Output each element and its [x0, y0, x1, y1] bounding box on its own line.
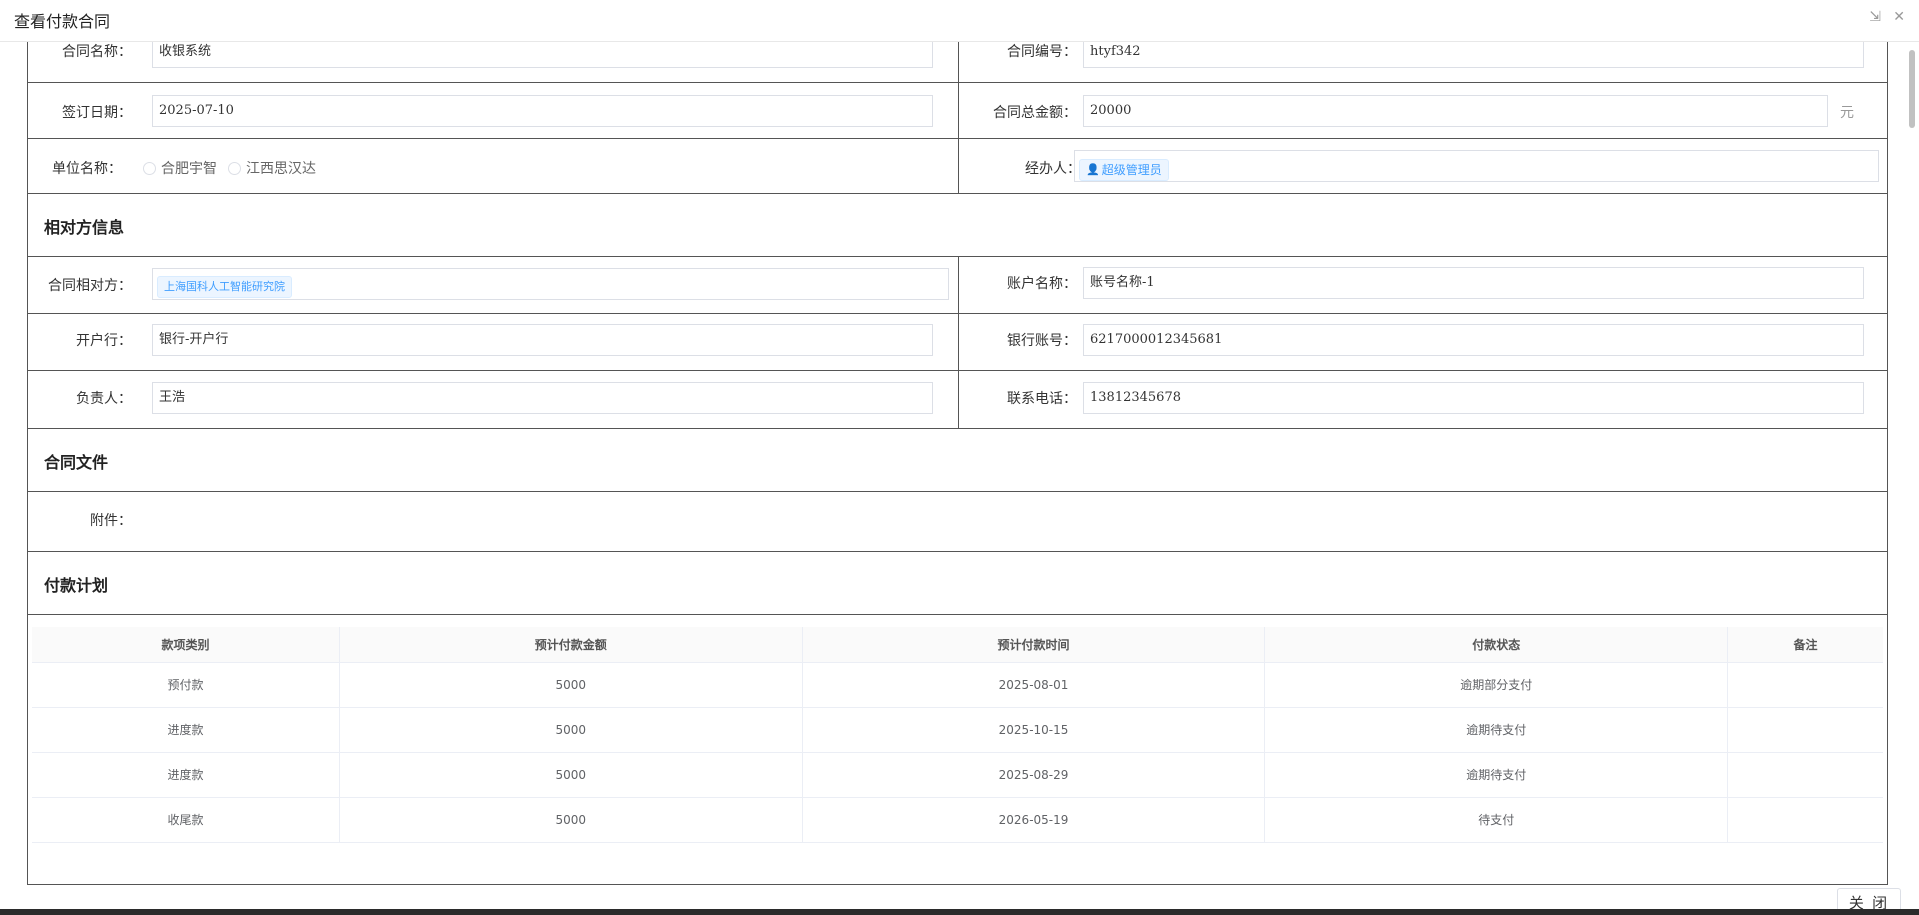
section-files: 合同文件: [27, 428, 1888, 492]
account-no-field[interactable]: 6217000012345681: [1083, 324, 1864, 356]
column-divider: [958, 139, 959, 193]
table-cell: 待支付: [1264, 797, 1729, 843]
section-title: 付款计划: [44, 576, 109, 595]
table-cell: [1727, 662, 1883, 708]
table-row: 进度款 5000 2025-10-15 逾期待支付: [32, 707, 1883, 753]
table-cell: [1727, 707, 1883, 753]
attachment-label: 附件：: [90, 513, 132, 529]
user-icon: 👤: [1086, 163, 1100, 176]
table-cell: 2025-08-01: [802, 662, 1266, 708]
section-title: 相对方信息: [44, 218, 125, 237]
payment-plan-table: 款项类别 预计付款金额 预计付款时间 付款状态 备注 预付款 5000 2025…: [32, 627, 1883, 843]
table-cell: 2025-10-15: [802, 707, 1266, 753]
contract-form: 合同名称： 收银系统 合同编号： htyf342 签订日期： 2025-07-1…: [27, 28, 1888, 885]
handler-field[interactable]: 👤 超级管理员: [1074, 150, 1879, 182]
unit-radio-option[interactable]: 江西思汉达: [228, 158, 316, 178]
handler-label: 经办人：: [1025, 161, 1081, 177]
phone-field[interactable]: 13812345678: [1083, 382, 1864, 414]
manager-field[interactable]: 王浩: [152, 382, 933, 414]
amount-unit: 元: [1840, 105, 1854, 121]
radio-circle-icon: [143, 161, 156, 175]
row-attachment: 附件：: [27, 491, 1888, 552]
plan-table-wrap: 款项类别 预计付款金额 预计付款时间 付款状态 备注 预付款 5000 2025…: [27, 614, 1888, 885]
table-cell: 2026-05-19: [802, 797, 1266, 843]
table-cell: 5000: [339, 752, 803, 798]
table-row: 收尾款 5000 2026-05-19 待支付: [32, 797, 1883, 843]
table-cell: 进度款: [32, 752, 340, 798]
dialog-title: 查看付款合同: [14, 12, 111, 31]
party-field[interactable]: 上海国科人工智能研究院: [152, 268, 949, 300]
account-name-label: 账户名称：: [1007, 276, 1077, 292]
table-cell: [1727, 752, 1883, 798]
column-divider: [958, 314, 959, 370]
bottom-edge: [0, 909, 1919, 915]
party-tag: 上海国科人工智能研究院: [157, 276, 292, 298]
table-cell: 5000: [339, 662, 803, 708]
total-amount-label: 合同总金额：: [993, 105, 1077, 121]
table-cell: 5000: [339, 797, 803, 843]
handler-tag: 👤 超级管理员: [1079, 159, 1169, 181]
total-amount-field[interactable]: 20000: [1083, 95, 1828, 127]
row-sign-date: 签订日期： 2025-07-10 合同总金额： 20000 元: [27, 82, 1888, 139]
column-divider: [958, 83, 959, 138]
table-cell: 预付款: [32, 662, 340, 708]
column-header[interactable]: 备注: [1727, 627, 1883, 663]
bank-label: 开户行：: [76, 333, 132, 349]
table-row: 预付款 5000 2025-08-01 逾期部分支付: [32, 662, 1883, 708]
column-divider: [958, 371, 959, 428]
account-no-label: 银行账号：: [1007, 333, 1077, 349]
account-name-field[interactable]: 账号名称-1: [1083, 267, 1864, 299]
table-cell: 收尾款: [32, 797, 340, 843]
manager-label: 负责人：: [76, 391, 132, 407]
row-party: 合同相对方： 上海国科人工智能研究院 账户名称： 账号名称-1: [27, 256, 1888, 314]
row-unit: 单位名称： 合肥宇智 江西思汉达 经办人： 👤 超级管理员: [27, 138, 1888, 194]
column-divider: [958, 257, 959, 313]
section-title: 合同文件: [44, 453, 109, 472]
vertical-scrollbar[interactable]: [1909, 50, 1915, 128]
column-header[interactable]: 预计付款金额: [339, 627, 803, 663]
table-cell: 逾期待支付: [1264, 707, 1729, 753]
table-row: 进度款 5000 2025-08-29 逾期待支付: [32, 752, 1883, 798]
table-cell: [1727, 797, 1883, 843]
row-manager: 负责人： 王浩 联系电话： 13812345678: [27, 370, 1888, 429]
minimize-icon[interactable]: ⇲: [1869, 9, 1881, 25]
table-cell: 逾期部分支付: [1264, 662, 1729, 708]
section-counterparty: 相对方信息: [27, 193, 1888, 257]
table-cell: 2025-08-29: [802, 752, 1266, 798]
bank-field[interactable]: 银行-开户行: [152, 324, 933, 356]
sign-date-label: 签订日期：: [62, 105, 132, 121]
column-header[interactable]: 预计付款时间: [802, 627, 1266, 663]
close-icon[interactable]: ✕: [1893, 9, 1905, 25]
contract-name-label: 合同名称：: [62, 44, 132, 60]
column-header[interactable]: 付款状态: [1264, 627, 1729, 663]
unit-label: 单位名称：: [52, 161, 122, 177]
phone-label: 联系电话：: [1007, 391, 1077, 407]
table-cell: 5000: [339, 707, 803, 753]
table-header-row: 款项类别 预计付款金额 预计付款时间 付款状态 备注: [32, 627, 1883, 663]
party-label: 合同相对方：: [48, 278, 132, 294]
unit-radio-option[interactable]: 合肥宇智: [143, 158, 217, 178]
table-cell: 逾期待支付: [1264, 752, 1729, 798]
table-cell: 进度款: [32, 707, 340, 753]
radio-circle-icon: [228, 161, 241, 175]
row-bank: 开户行： 银行-开户行 银行账号： 6217000012345681: [27, 313, 1888, 371]
section-plan: 付款计划: [27, 551, 1888, 615]
dialog-header: 查看付款合同 ⇲ ✕: [0, 0, 1919, 42]
sign-date-field[interactable]: 2025-07-10: [152, 95, 933, 127]
contract-no-label: 合同编号：: [1007, 44, 1077, 60]
column-header[interactable]: 款项类别: [32, 627, 340, 663]
